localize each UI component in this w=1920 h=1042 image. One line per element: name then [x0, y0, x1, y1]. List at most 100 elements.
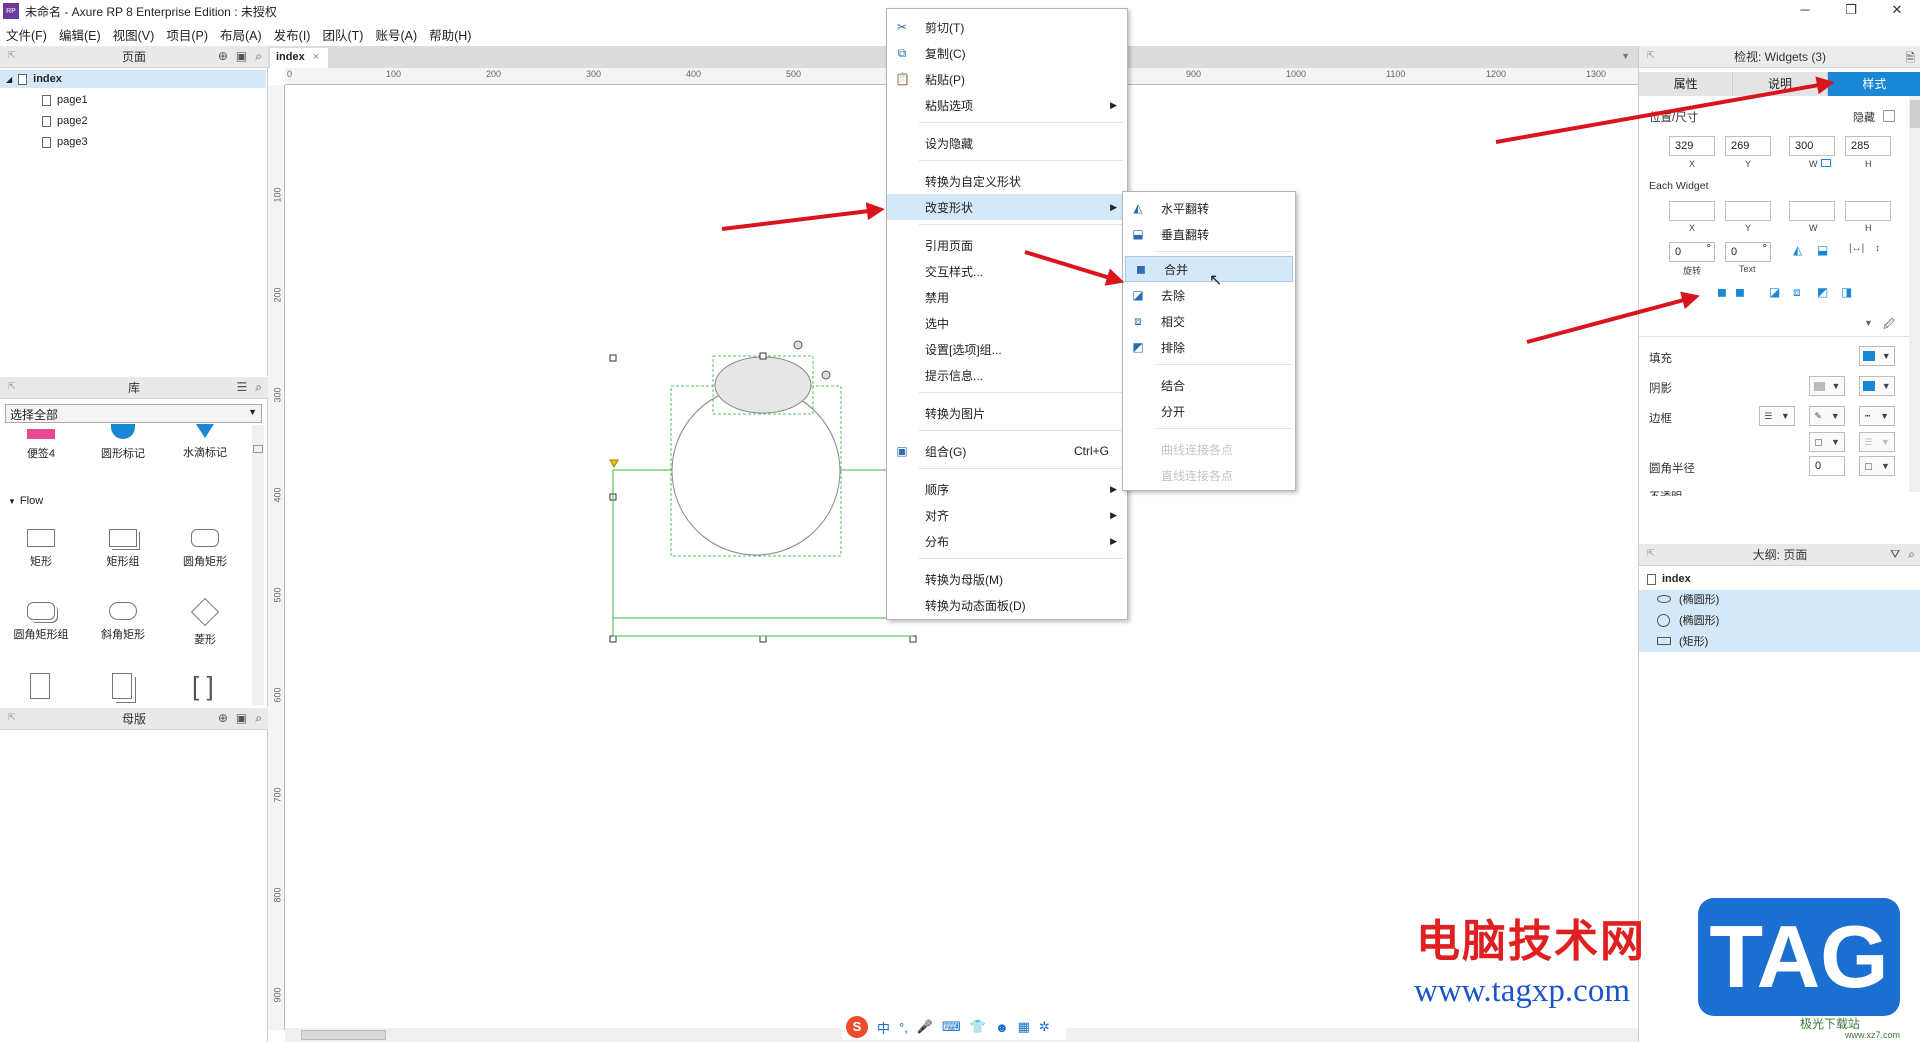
union-icon[interactable]: ◼ [1717, 285, 1727, 299]
subtract-icon[interactable]: ◪ [1769, 285, 1780, 299]
rotation-field[interactable]: 0 ° [1669, 242, 1715, 262]
menu-item-group[interactable]: ▣ 组合(G) Ctrl+G [887, 438, 1127, 464]
style-edit-icon[interactable]: 🖉 [1883, 316, 1895, 335]
filter-icon[interactable]: ⛛ [1890, 547, 1900, 562]
tab-dropdown-icon[interactable]: ▼ [1621, 51, 1630, 61]
menu-icon[interactable]: ☰ [237, 380, 248, 395]
menu-item-convert-image[interactable]: 转换为图片 [887, 400, 1127, 426]
library-item-bevel-rect[interactable]: 斜角矩形 [88, 602, 158, 642]
menu-view[interactable]: 视图(V) [107, 25, 161, 44]
search-icon[interactable]: ⌕ [255, 49, 262, 64]
pin-icon[interactable]: ⇱ [1647, 548, 1655, 559]
pin-icon[interactable]: ⇱ [1647, 50, 1655, 61]
menu-item-convert-master[interactable]: 转换为母版(M) [887, 566, 1127, 592]
corner-radius-field[interactable]: 0 [1809, 456, 1845, 476]
add-folder-icon[interactable]: ▣ [236, 49, 247, 64]
page-tree-item-index[interactable]: ◢ index [0, 70, 266, 88]
corner-visibility-picker[interactable]: ▢ ▼ [1859, 456, 1895, 476]
distribute-v-icon[interactable]: ↕ [1875, 243, 1880, 254]
document-shape-icon[interactable] [30, 673, 50, 699]
height-field[interactable]: 285 [1845, 136, 1891, 156]
resize-handle[interactable] [609, 354, 617, 362]
chevron-down-icon[interactable]: ▼ [1864, 318, 1873, 328]
submenu-item-combine[interactable]: 结合 [1123, 372, 1295, 398]
menu-help[interactable]: 帮助(H) [423, 25, 477, 44]
width-field[interactable]: 300 [1789, 136, 1835, 156]
corner-marker[interactable] [609, 459, 619, 469]
robot-icon[interactable]: ☻ [995, 1020, 1009, 1035]
border-pattern-picker[interactable]: ┅ ▼ [1859, 406, 1895, 426]
grid-icon[interactable]: ▦ [1018, 1019, 1030, 1035]
outline-item-ellipse[interactable]: (椭圆形) [1657, 590, 1719, 608]
border-visibility-picker[interactable]: ▢ ▼ [1809, 432, 1845, 452]
notes-icon[interactable]: 🗎 [1905, 49, 1915, 70]
menu-item-paste[interactable]: 📋 粘贴(P) [887, 66, 1127, 92]
pin-icon[interactable]: ⇱ [8, 712, 16, 723]
add-master-icon[interactable]: ⊕ [218, 711, 228, 726]
intersect-icon[interactable]: ⧈ [1793, 285, 1801, 300]
collapse-icon[interactable]: ◢ [6, 75, 12, 84]
menu-item-tooltip[interactable]: 提示信息... [887, 362, 1127, 388]
library-item-drop-marker[interactable]: 水滴标记 [170, 424, 240, 460]
pin-icon[interactable]: ⇱ [8, 50, 16, 61]
canvas-widgets[interactable] [590, 330, 930, 650]
library-item-rounded-rect[interactable]: 圆角矩形 [170, 529, 240, 569]
close-tab-icon[interactable]: × [313, 51, 319, 63]
library-item-note[interactable]: 便签4 [6, 429, 76, 461]
menu-item-set-hidden[interactable]: 设为隐藏 [887, 130, 1127, 156]
submenu-item-flip-vertical[interactable]: ⬓ 垂直翻转 [1123, 221, 1295, 247]
library-item-rounded-rect-group[interactable]: 圆角矩形组 [6, 602, 76, 642]
distribute-h-icon[interactable]: |↔| [1849, 243, 1864, 254]
menu-publish[interactable]: 发布(I) [268, 25, 317, 44]
menu-edit[interactable]: 编辑(E) [53, 25, 107, 44]
chinese-mode-icon[interactable]: 中 [877, 1018, 890, 1037]
flip-vertical-icon[interactable]: ⬓ [1817, 243, 1828, 257]
menu-item-cut[interactable]: ✂ 剪切(T) [887, 14, 1127, 40]
punctuation-icon[interactable]: °, [899, 1020, 908, 1035]
resize-handle[interactable] [759, 352, 767, 360]
each-h-field[interactable] [1845, 201, 1891, 221]
menu-item-select[interactable]: 选中 [887, 310, 1127, 336]
text-rotation-field[interactable]: 0 ° [1725, 242, 1771, 262]
menu-item-distribute[interactable]: 分布 ▶ [887, 528, 1127, 554]
each-w-field[interactable] [1789, 201, 1835, 221]
x-field[interactable]: 329 [1669, 136, 1715, 156]
union-alt-icon[interactable]: ◼ [1735, 285, 1745, 299]
resize-handle[interactable] [759, 635, 767, 643]
y-field[interactable]: 269 [1725, 136, 1771, 156]
resize-handle[interactable] [609, 635, 617, 643]
submenu-item-split[interactable]: 分开 [1123, 398, 1295, 424]
resize-handle[interactable] [909, 635, 917, 643]
menu-item-copy[interactable]: ⧉ 复制(C) [887, 40, 1127, 66]
search-icon[interactable]: ⌕ [255, 711, 262, 726]
each-x-field[interactable] [1669, 201, 1715, 221]
menu-item-convert-dynamic-panel[interactable]: 转换为动态面板(D) [887, 592, 1127, 618]
library-select[interactable]: 选择全部 ▼ [5, 404, 262, 423]
menu-item-option-group[interactable]: 设置[选项]组... [887, 336, 1127, 362]
library-section-flow[interactable]: ▼ Flow [8, 495, 43, 507]
combine-icon[interactable]: ◨ [1841, 285, 1852, 299]
scrollbar-thumb[interactable] [1910, 100, 1920, 128]
pin-icon[interactable]: ⇱ [8, 381, 16, 392]
menu-item-convert-custom-shape[interactable]: 转换为自定义形状 [887, 168, 1127, 194]
hidden-checkbox[interactable] [1883, 110, 1895, 122]
menu-item-align[interactable]: 对齐 ▶ [887, 502, 1127, 528]
submenu-item-intersect[interactable]: ⧈ 相交 [1123, 308, 1295, 334]
menu-file[interactable]: 文件(F) [0, 25, 53, 44]
outline-item-rect[interactable]: (矩形) [1657, 632, 1708, 650]
restore-button[interactable]: ❐ [1828, 0, 1874, 22]
close-button[interactable]: ✕ [1874, 0, 1920, 22]
outer-shadow-picker[interactable]: ▼ [1809, 376, 1845, 396]
menu-item-ref-page[interactable]: 引用页面 [887, 232, 1127, 258]
page-tree-item-page2[interactable]: page2 [42, 112, 88, 130]
menu-project[interactable]: 项目(P) [160, 25, 214, 44]
fill-color-picker[interactable]: ▼ [1859, 346, 1895, 366]
library-item-rect-group[interactable]: 矩形组 [88, 529, 158, 569]
rotate-handle[interactable] [821, 370, 831, 380]
submenu-item-flip-horizontal[interactable]: ◭ 水平翻转 [1123, 195, 1295, 221]
page-tree-item-page3[interactable]: page3 [42, 133, 88, 151]
rotate-handle[interactable] [793, 340, 803, 350]
skin-icon[interactable]: 👕 [970, 1019, 986, 1035]
menu-layout[interactable]: 布局(A) [214, 25, 268, 44]
add-folder-icon[interactable]: ▣ [236, 711, 247, 726]
